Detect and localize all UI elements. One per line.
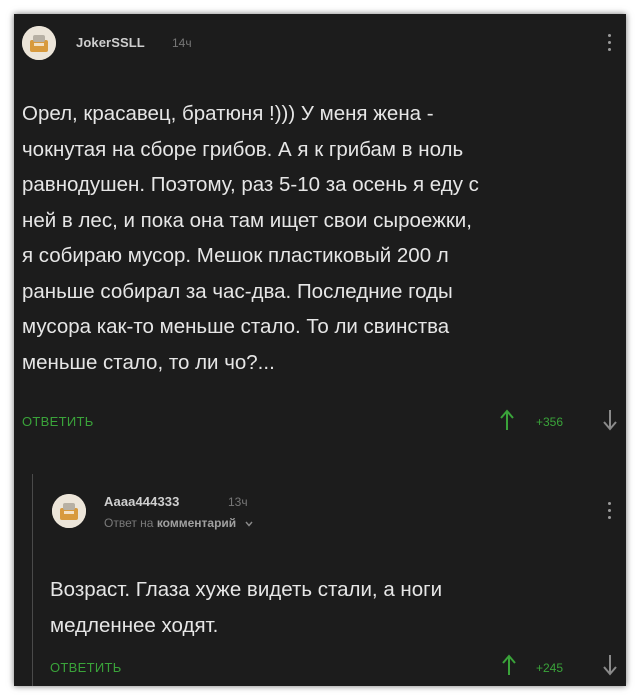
reply-comment: Aaaa444333 13ч Ответ на комментарий Возр…: [14, 474, 626, 686]
avatar-icon: [22, 26, 56, 60]
comment-line: чокнутая на сборе грибов. А я к грибам в…: [22, 137, 464, 161]
thread-line: [32, 474, 33, 686]
rating: +245: [536, 661, 564, 675]
username[interactable]: Aaaa444333: [104, 494, 179, 509]
avatar[interactable]: [22, 26, 56, 60]
comment-line: медленнее ходят.: [50, 613, 219, 637]
comment-thread: JokerSSLL 14ч Орел, красавец, братюня !)…: [14, 14, 626, 686]
downvote-arrow-icon[interactable]: [603, 654, 617, 676]
comment: JokerSSLL 14ч Орел, красавец, братюня !)…: [14, 14, 626, 474]
comment-line: Орел, красавец, братюня !))) У меня жена…: [22, 102, 434, 125]
timestamp: 13ч: [228, 495, 248, 509]
timestamp: 14ч: [172, 36, 192, 50]
comment-line: раньше собирал за час-два. Последние год…: [22, 279, 453, 303]
comment-text: Орел, красавец, братюня !))) У меня жена…: [22, 96, 479, 380]
comment-line: равнодушен. Поэтому, раз 5-10 за осень я…: [22, 173, 479, 196]
avatar[interactable]: [52, 494, 86, 528]
reply-to-link[interactable]: Ответ на комментарий: [104, 516, 253, 530]
avatar-icon: [52, 494, 86, 528]
reply-button[interactable]: ОТВЕТИТЬ: [22, 414, 94, 429]
username[interactable]: JokerSSLL: [76, 35, 145, 50]
comment-line: мусора как-то меньше стало. То ли свинст…: [22, 315, 450, 338]
more-options-icon[interactable]: [607, 34, 613, 54]
upvote-arrow-icon[interactable]: [500, 409, 514, 431]
more-options-icon[interactable]: [607, 502, 613, 522]
reply-to-target[interactable]: комментарий: [157, 516, 236, 530]
downvote-arrow-icon[interactable]: [603, 409, 617, 431]
comment-line: меньше стало, то ли чо?...: [22, 350, 275, 374]
comment-line: ней в лес, и пока она там ищет свои сыро…: [22, 208, 472, 232]
chevron-down-icon[interactable]: [244, 521, 253, 527]
comment-text: Возраст. Глаза хуже видеть стали, а ноги…: [50, 572, 442, 643]
comment-line: я собираю мусор. Мешок пластиковый 200 л: [22, 244, 449, 267]
comment-line: Возраст. Глаза хуже видеть стали, а ноги: [50, 578, 443, 601]
rating: +356: [536, 415, 564, 429]
reply-button[interactable]: ОТВЕТИТЬ: [50, 660, 122, 675]
reply-to-prefix: Ответ на: [104, 516, 154, 530]
upvote-arrow-icon[interactable]: [502, 654, 516, 676]
